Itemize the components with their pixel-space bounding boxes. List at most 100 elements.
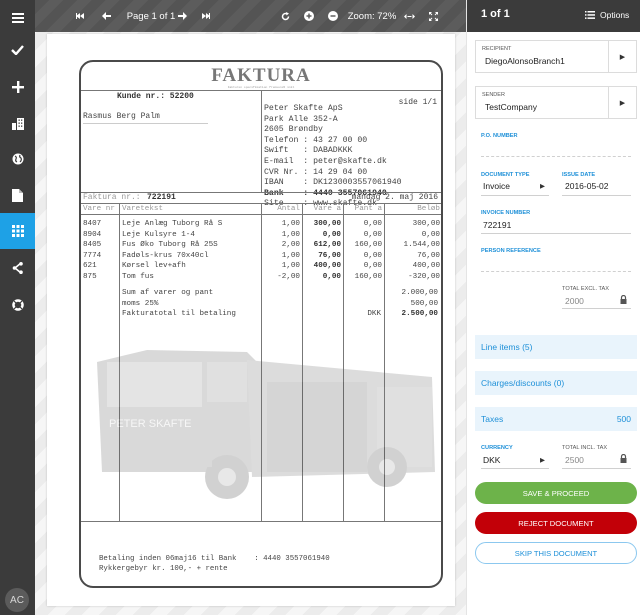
charges-label: Charges/discounts (0)	[481, 378, 565, 388]
table-cell-text: Tom fus	[122, 273, 154, 281]
table-cell-nr: 875	[83, 273, 97, 281]
plus-icon	[11, 81, 24, 93]
table-cell-antal: -2,00	[277, 273, 300, 281]
sender-address-line: Telefon : 43 27 00 00	[264, 135, 368, 145]
table-cell-antal: 2,00	[281, 241, 300, 250]
column-header: Pant a	[354, 205, 382, 213]
invoice-number-label: Faktura nr.:	[83, 193, 141, 202]
fullscreen-button[interactable]	[426, 0, 440, 32]
currency-label: Currency	[481, 445, 513, 451]
zoom-out-icon	[328, 11, 338, 21]
page-indicator: Page 1 of 1	[126, 10, 176, 22]
table-cell-text: Leje Anlæg Tuborg Rå S	[122, 220, 223, 228]
table-cell-belob: 0,00	[421, 230, 440, 239]
zoom-in-icon	[304, 11, 314, 21]
next-page-button[interactable]	[175, 0, 189, 32]
sidebar-item-apps[interactable]	[0, 213, 35, 249]
sender-address-line: E-mail : peter@skafte.dk	[264, 157, 387, 166]
zoom-out-button[interactable]	[326, 0, 340, 32]
sender-address-line: Swift : DABADKKK	[264, 146, 353, 156]
column-header: Vare nr	[83, 205, 115, 213]
sum-label: Sum af varer og pant	[122, 289, 214, 297]
currency-select[interactable]: DKK	[483, 455, 500, 465]
line-items-label: Line items (5)	[481, 342, 533, 352]
table-cell-nr: 8904	[83, 230, 102, 239]
globe-icon	[12, 153, 23, 165]
total-excl-tax-value: 2000	[565, 296, 584, 306]
menu-button[interactable]	[0, 0, 35, 36]
table-cell-pant: 0,00	[363, 251, 382, 260]
invoice-subtitle: Fakturen specifikation fremsendt inkl	[227, 86, 295, 89]
person-reference-label: Person Reference	[481, 248, 541, 254]
taxes-label: Taxes	[481, 414, 504, 424]
caret-right-icon[interactable]: ▶	[608, 41, 636, 72]
invoice-number: 722191	[147, 193, 176, 202]
reject-document-button[interactable]: Reject Document	[475, 512, 637, 534]
sender-address-line: CVR Nr. : 14 29 04 00	[264, 167, 368, 177]
sender-label: Sender	[482, 92, 505, 98]
lock-icon	[620, 453, 627, 465]
total-currency: DKK	[367, 310, 381, 319]
checkmark-icon	[11, 45, 24, 55]
rotate-button[interactable]	[278, 0, 292, 32]
sidebar-item-globe[interactable]	[0, 141, 35, 177]
options-button[interactable]: Options	[585, 10, 629, 20]
sidebar-item-share[interactable]	[0, 250, 35, 286]
table-cell-nr: 8407	[83, 220, 102, 228]
sidebar-item-companies[interactable]	[0, 106, 35, 142]
sidebar-item-approve[interactable]	[0, 32, 35, 68]
reminder-fee: Rykkergebyr kr. 100,- + rente	[99, 565, 228, 573]
zoom-in-button[interactable]	[302, 0, 316, 32]
person-reference-input[interactable]	[482, 258, 632, 270]
save-and-proceed-button[interactable]: Save & Proceed	[475, 482, 637, 504]
charges-section[interactable]: Charges/discounts (0)	[475, 371, 637, 395]
issue-date-input[interactable]: 2016-05-02	[565, 181, 608, 191]
table-cell-belob: 1.544,00	[403, 241, 440, 250]
sidebar-item-support[interactable]	[0, 287, 35, 323]
table-cell-text: Kørsel lev+afh	[122, 262, 186, 271]
invoice-document: FAKTURA Fakturen specifikation fremsendt…	[79, 60, 443, 588]
arrow-left-icon	[101, 12, 111, 20]
document-details-panel: 1 of 1 Options Recipient DiegoAlonsoBran…	[466, 0, 640, 615]
caret-right-icon[interactable]: ▶	[608, 87, 636, 118]
table-cell-nr: 7774	[83, 251, 102, 260]
first-page-button[interactable]	[73, 0, 87, 32]
rotate-icon	[281, 11, 289, 20]
invoice-number-input[interactable]: 722191	[483, 220, 511, 230]
sidebar-item-add[interactable]	[0, 69, 35, 105]
app: AC Page 1 of 1 Zoom: 72% FAKTURA Fakture…	[0, 0, 640, 615]
table-cell-text: Fus Øko Tuborg Rå 25S	[122, 241, 218, 250]
issue-date-label: Issue Date	[562, 172, 596, 178]
table-cell-pant: 160,00	[354, 241, 382, 250]
share-icon	[12, 262, 23, 274]
arrow-right-icon	[177, 12, 187, 20]
caret-right-icon: ▶	[540, 183, 545, 190]
table-cell-belob: -320,00	[408, 273, 440, 281]
previous-page-button[interactable]	[99, 0, 113, 32]
user-avatar[interactable]: AC	[5, 588, 29, 612]
table-cell-vare: 400,00	[313, 262, 341, 271]
sender-address-line: IBAN : DK1230003557061940	[264, 178, 402, 188]
column-header: Varetekst	[122, 205, 164, 213]
table-cell-pant: 0,00	[363, 262, 382, 271]
line-items-section[interactable]: Line items (5)	[475, 335, 637, 359]
sender-address-line: Park Alle 352-A	[264, 114, 338, 124]
recipient-selector[interactable]: Recipient DiegoAlonsoBranch1 ▶	[475, 40, 637, 73]
page-info: side 1/1	[398, 98, 437, 107]
sidebar-item-documents[interactable]	[0, 177, 35, 213]
last-page-button[interactable]	[198, 0, 212, 32]
po-number-label: P.O. Number	[481, 133, 518, 139]
table-cell-antal: 1,00	[281, 262, 300, 271]
total-excl-tax-label: Total Excl. Tax	[562, 286, 609, 292]
po-number-input[interactable]	[482, 142, 632, 154]
document-type-select[interactable]: Invoice	[483, 181, 510, 191]
fit-width-icon	[403, 13, 415, 19]
column-header: Vare a	[313, 205, 341, 213]
taxes-section[interactable]: Taxes 500	[475, 407, 637, 431]
fullscreen-icon	[428, 11, 438, 21]
fit-width-button[interactable]	[402, 0, 416, 32]
sender-selector[interactable]: Sender TestCompany ▶	[475, 86, 637, 119]
skip-document-button[interactable]: Skip This Document	[475, 542, 637, 564]
lifebuoy-icon	[11, 299, 24, 311]
table-cell-vare: 0,00	[322, 273, 341, 281]
